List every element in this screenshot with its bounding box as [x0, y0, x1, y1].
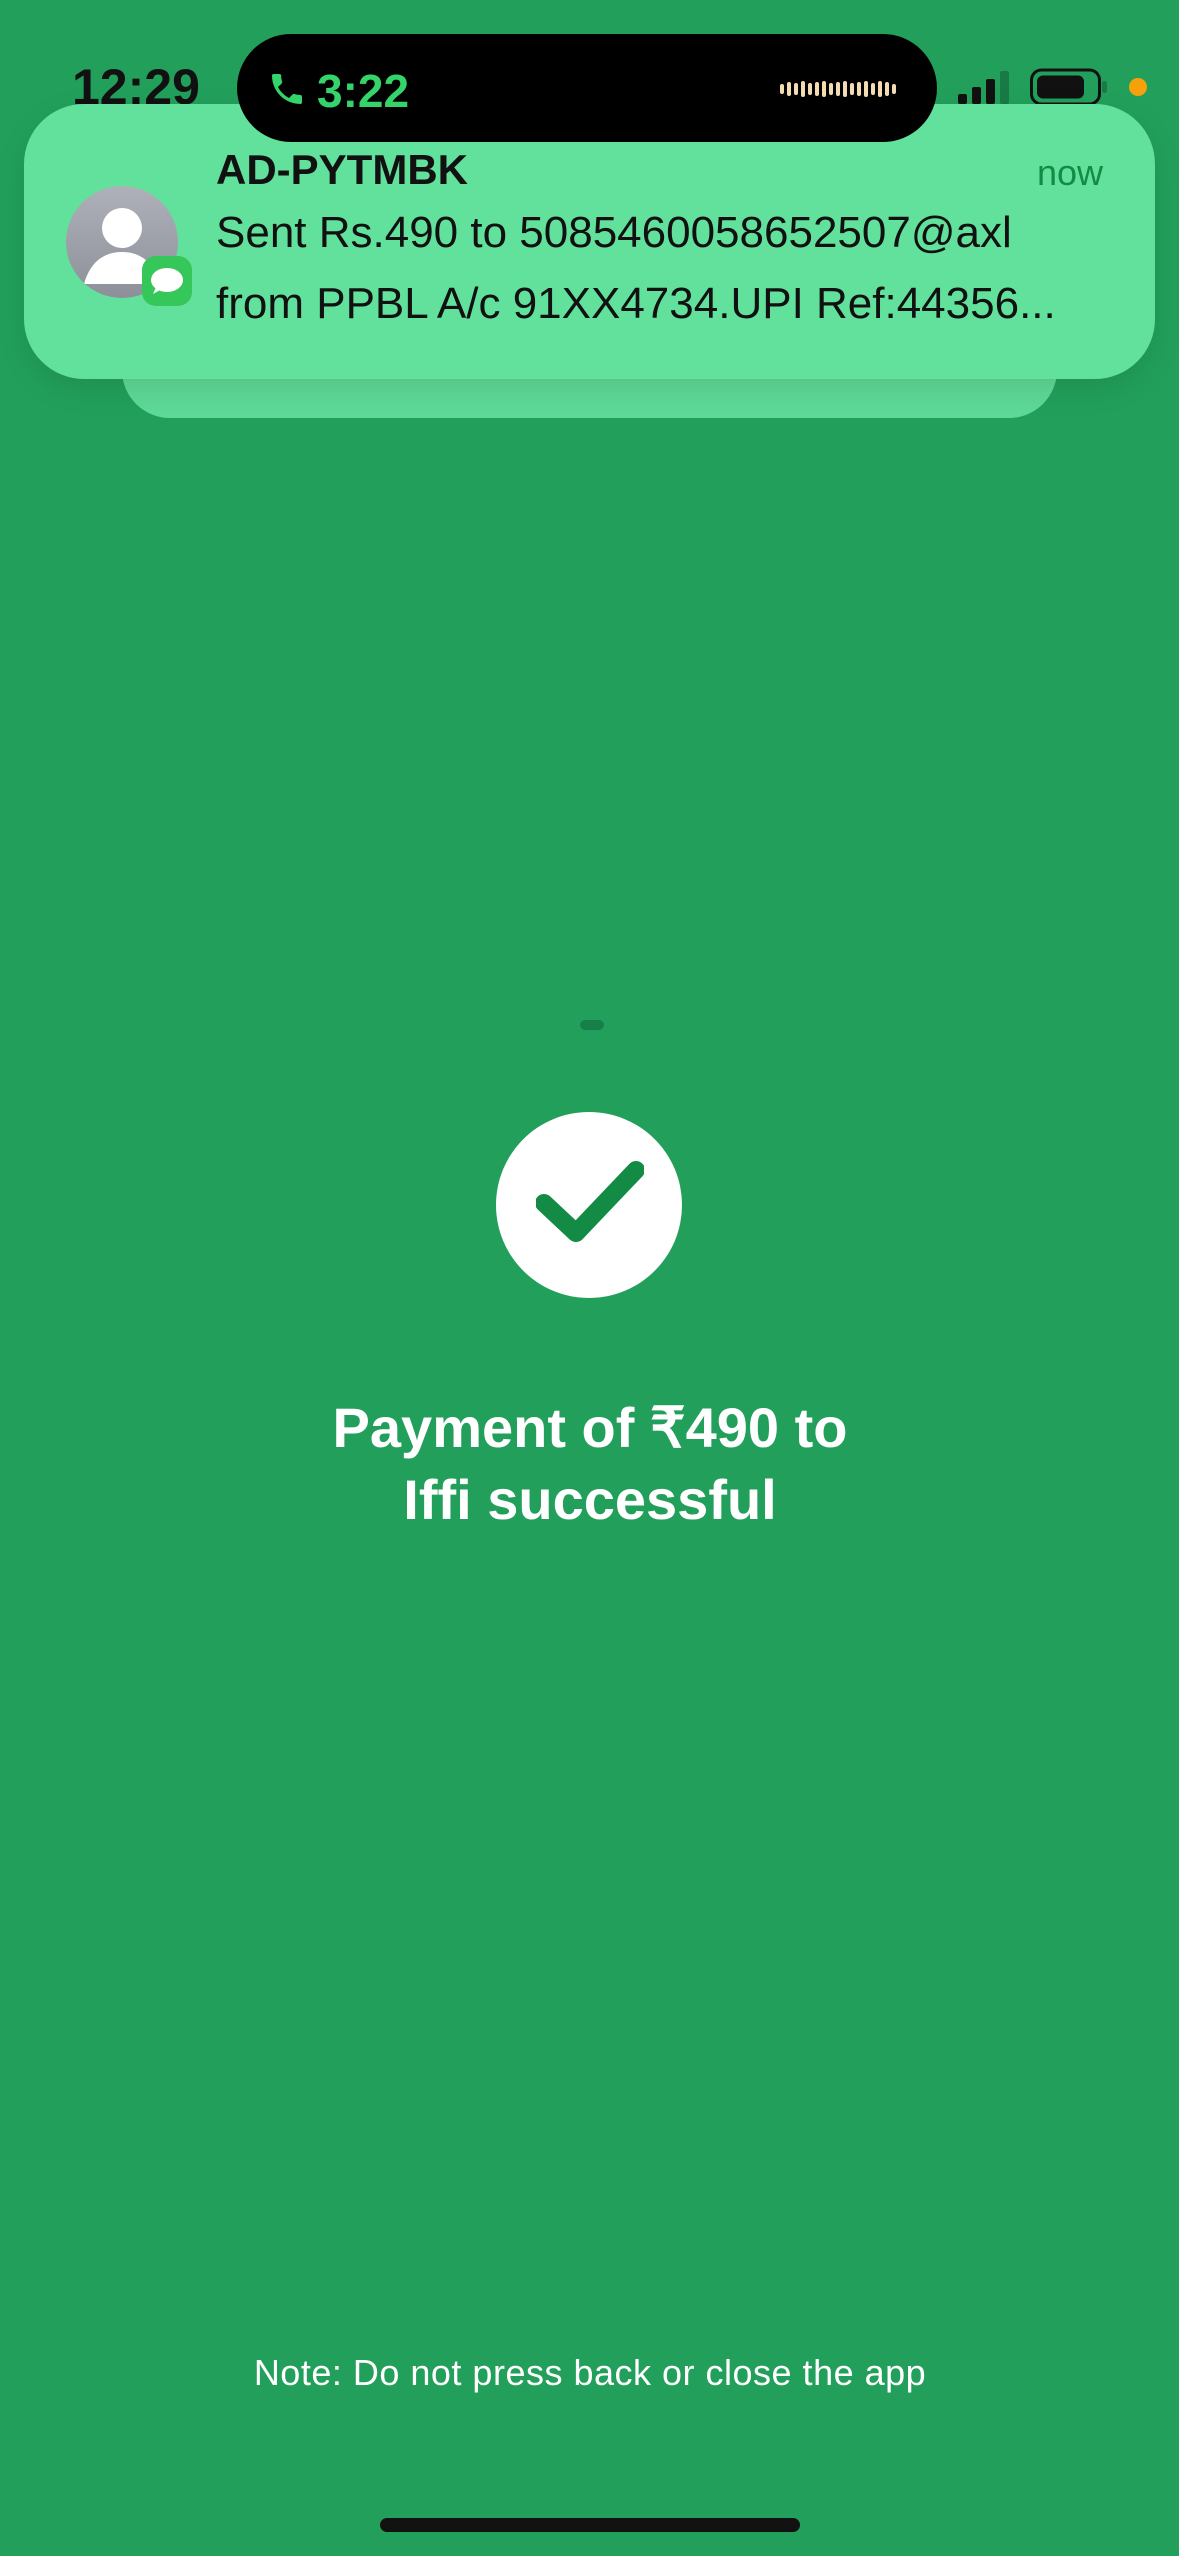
- notification-sender: AD-PYTMBK: [216, 146, 468, 193]
- messages-app-icon: [142, 256, 192, 306]
- success-badge: [496, 1112, 682, 1298]
- dynamic-island-call-indicator[interactable]: 3:22: [237, 34, 937, 142]
- home-indicator[interactable]: [380, 2518, 800, 2532]
- footer-note: Note: Do not press back or close the app: [253, 2352, 927, 2393]
- notification-timestamp: now: [1036, 152, 1103, 193]
- checkmark-icon: [536, 1161, 644, 1242]
- payment-success-message: Payment of ₹490 to Iffi successful: [190, 1392, 990, 1536]
- payment-message-line-1: Payment of ₹490 to: [332, 1396, 848, 1459]
- audio-waveform-icon: [780, 81, 896, 97]
- call-timer: 3:22: [317, 65, 410, 117]
- notification-message-line-2: from PPBL A/c 91XX4734.UPI Ref:44356...: [216, 279, 1056, 328]
- loading-indicator: [580, 1020, 604, 1030]
- battery-icon: [1030, 68, 1107, 106]
- notification-message-line-1: Sent Rs.490 to 5085460058652507@axl: [216, 208, 1012, 257]
- cellular-signal-icon: [958, 71, 1009, 104]
- phone-icon: [272, 74, 302, 104]
- privacy-indicator-dot: [1129, 78, 1147, 96]
- payment-message-line-2: Iffi successful: [403, 1468, 777, 1531]
- sms-notification-banner[interactable]: AD-PYTMBK now Sent Rs.490 to 50854600586…: [24, 104, 1155, 379]
